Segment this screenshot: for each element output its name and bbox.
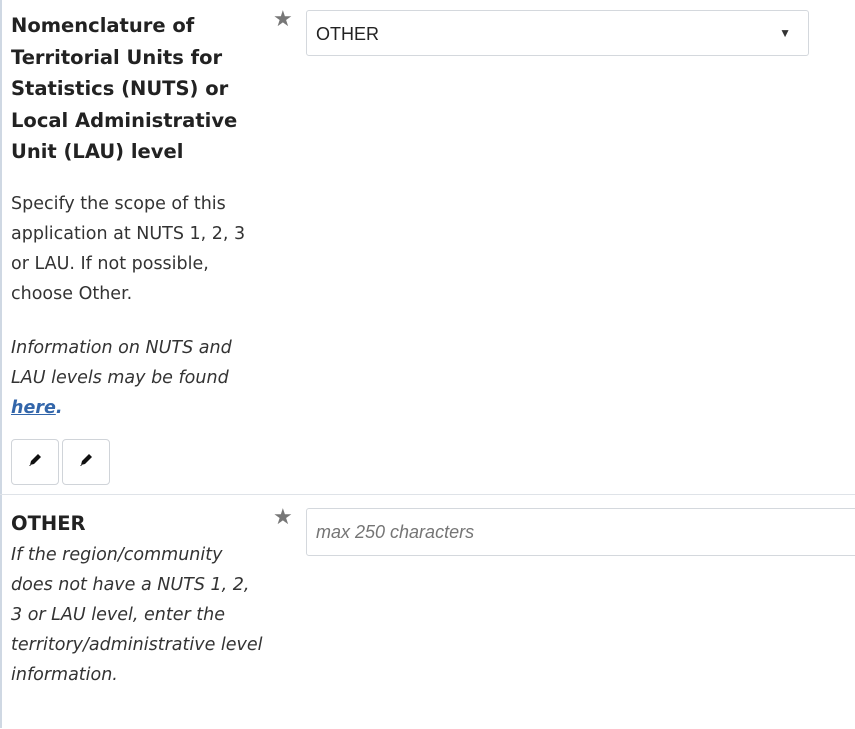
required-star-icon: ★ <box>273 505 293 530</box>
nuts-info-link[interactable]: here <box>11 398 56 418</box>
other-field-row: OTHER If the region/community does not h… <box>0 494 855 729</box>
nuts-info-text: Information on NUTS and LAU levels may b… <box>11 337 232 388</box>
other-field-title: OTHER <box>11 512 86 535</box>
edit-button-1[interactable] <box>11 439 59 485</box>
nuts-level-select[interactable]: OTHER ▼ <box>306 10 809 56</box>
nuts-level-selected-value: OTHER <box>316 24 379 44</box>
nuts-field-row: Nomenclature of Territorial Units for St… <box>0 0 855 494</box>
other-field-label-column: OTHER If the region/community does not h… <box>11 508 263 690</box>
required-star-icon: ★ <box>273 7 293 32</box>
nuts-info-suffix: . <box>55 397 63 418</box>
nuts-field-label-column: Nomenclature of Territorial Units for St… <box>11 10 263 423</box>
pencil-icon <box>76 450 96 475</box>
chevron-down-icon: ▼ <box>779 26 791 40</box>
nuts-field-title: Nomenclature of Territorial Units for St… <box>11 14 238 163</box>
other-field-description: If the region/community does not have a … <box>11 544 263 685</box>
pencil-icon <box>25 450 45 475</box>
nuts-field-info: Information on NUTS and LAU levels may b… <box>11 333 263 423</box>
other-text-input[interactable] <box>306 508 855 556</box>
nuts-field-description: Specify the scope of this application at… <box>11 193 246 304</box>
edit-button-2[interactable] <box>62 439 110 485</box>
